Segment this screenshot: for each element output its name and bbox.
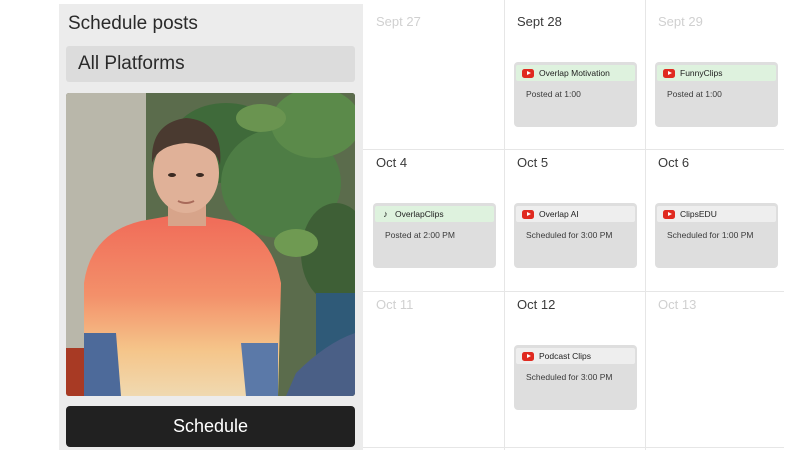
post-card[interactable]: ♪ OverlapClips Posted at 2:00 PM (373, 203, 496, 268)
day-label: Oct 13 (658, 297, 697, 312)
schedule-button[interactable]: Schedule (66, 406, 355, 447)
post-header: Overlap AI (516, 206, 635, 222)
post-status: Posted at 1:00 (667, 89, 722, 99)
post-header: ♪ OverlapClips (375, 206, 494, 222)
day-label: Oct 5 (517, 155, 549, 170)
day-label: Oct 12 (517, 297, 556, 312)
post-status: Scheduled for 1:00 PM (667, 230, 754, 240)
day-label: Sept 28 (517, 14, 562, 29)
calendar-day[interactable]: Oct 4 ♪ OverlapClips Posted at 2:00 PM (363, 141, 503, 283)
calendar-day[interactable]: Oct 13 (645, 283, 785, 425)
post-name: FunnyClips (680, 68, 723, 78)
tiktok-icon: ♪ (383, 208, 388, 219)
day-label: Oct 6 (658, 155, 690, 170)
post-status: Scheduled for 3:00 PM (526, 372, 613, 382)
post-name: OverlapClips (395, 209, 444, 219)
calendar-day[interactable]: Oct 12 Podcast Clips Scheduled for 3:00 … (504, 283, 644, 425)
platform-select[interactable]: All Platforms (66, 46, 355, 82)
post-card[interactable]: Overlap Motivation Posted at 1:00 (514, 62, 637, 127)
post-card[interactable]: ClipsEDU Scheduled for 1:00 PM (655, 203, 778, 268)
calendar-day[interactable]: Sept 29 FunnyClips Posted at 1:00 (645, 0, 785, 142)
post-card[interactable]: FunnyClips Posted at 1:00 (655, 62, 778, 127)
schedule-panel: Schedule posts All Platforms Schedule (59, 4, 363, 450)
post-name: Overlap Motivation (539, 68, 610, 78)
youtube-icon (522, 209, 534, 219)
video-preview[interactable] (66, 93, 355, 396)
calendar-day[interactable]: Oct 11 (363, 283, 503, 425)
post-name: Overlap AI (539, 209, 579, 219)
calendar-day[interactable]: Oct 6 ClipsEDU Scheduled for 1:00 PM (645, 141, 785, 283)
post-header: FunnyClips (657, 65, 776, 81)
calendar-day[interactable]: Oct 5 Overlap AI Scheduled for 3:00 PM (504, 141, 644, 283)
youtube-icon (663, 209, 675, 219)
post-name: Podcast Clips (539, 351, 591, 361)
post-name: ClipsEDU (680, 209, 717, 219)
calendar-day[interactable]: Sept 27 (363, 0, 503, 142)
day-label: Sept 29 (658, 14, 703, 29)
calendar-day[interactable]: Sept 28 Overlap Motivation Posted at 1:0… (504, 0, 644, 142)
post-header: ClipsEDU (657, 206, 776, 222)
day-label: Oct 11 (376, 297, 414, 312)
panel-title: Schedule posts (68, 13, 198, 34)
post-card[interactable]: Overlap AI Scheduled for 3:00 PM (514, 203, 637, 268)
post-header: Overlap Motivation (516, 65, 635, 81)
day-label: Sept 27 (376, 14, 421, 29)
video-thumbnail-image (66, 93, 355, 396)
post-status: Posted at 2:00 PM (385, 230, 455, 240)
post-status: Scheduled for 3:00 PM (526, 230, 613, 240)
youtube-icon (522, 351, 534, 361)
post-card[interactable]: Podcast Clips Scheduled for 3:00 PM (514, 345, 637, 410)
post-header: Podcast Clips (516, 348, 635, 364)
youtube-icon (663, 68, 675, 78)
day-label: Oct 4 (376, 155, 408, 170)
post-status: Posted at 1:00 (526, 89, 581, 99)
grid-divider (363, 447, 784, 448)
youtube-icon (522, 68, 534, 78)
calendar-grid: Sept 27 Sept 28 Overlap Motivation Poste… (363, 0, 784, 450)
